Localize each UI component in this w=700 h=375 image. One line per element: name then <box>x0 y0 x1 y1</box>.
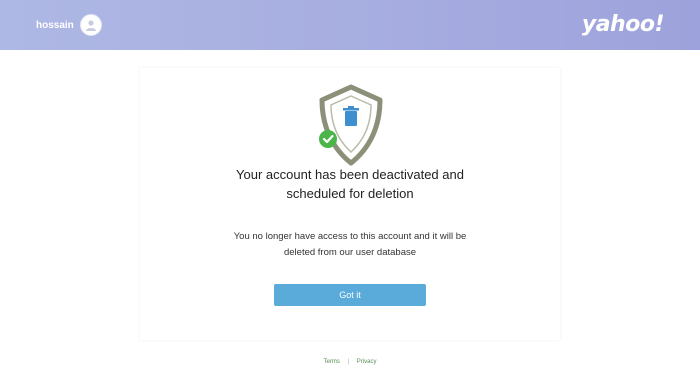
check-icon <box>319 130 337 148</box>
got-it-button[interactable]: Got it <box>274 284 426 306</box>
dialog-description: You no longer have access to this accoun… <box>233 231 467 258</box>
user-menu[interactable]: hossain <box>36 13 102 37</box>
privacy-link[interactable]: Privacy <box>357 359 377 365</box>
trash-icon <box>343 106 359 126</box>
user-avatar-icon[interactable] <box>79 14 102 36</box>
yahoo-logo[interactable]: yahoo! <box>582 12 665 37</box>
dialog-title: Your account has been deactivated and sc… <box>236 167 464 201</box>
footer-links: Terms | Privacy <box>0 359 700 365</box>
shield-icon <box>319 84 383 166</box>
terms-link[interactable]: Terms <box>324 359 340 365</box>
top-header-bar: hossain yahoo! <box>0 0 700 50</box>
footer-separator: | <box>347 359 350 365</box>
username-label: hossain <box>36 19 74 31</box>
